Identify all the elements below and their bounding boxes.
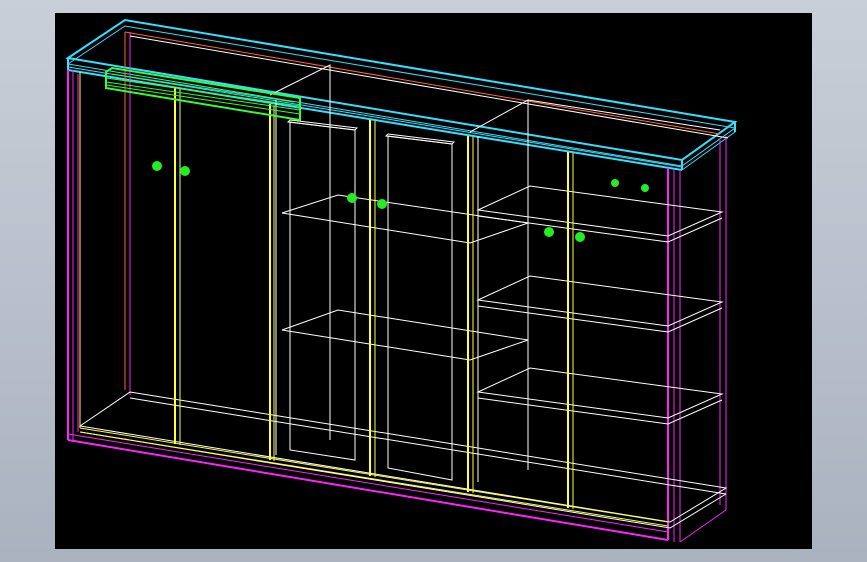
door-knob-icon [575, 232, 585, 242]
door-knobs [152, 161, 649, 242]
interior [80, 36, 728, 528]
cad-viewport[interactable] [55, 13, 812, 549]
door-knob-icon [611, 179, 619, 187]
door-knob-icon [641, 184, 649, 192]
door-knob-icon [377, 199, 387, 209]
door-knob-icon [152, 161, 162, 171]
door-knob-icon [347, 193, 357, 203]
door-knob-icon [180, 166, 190, 176]
sliding-doors [80, 72, 668, 526]
wardrobe-wireframe [55, 13, 812, 549]
carcass [68, 32, 726, 542]
door-knob-icon [544, 227, 554, 237]
